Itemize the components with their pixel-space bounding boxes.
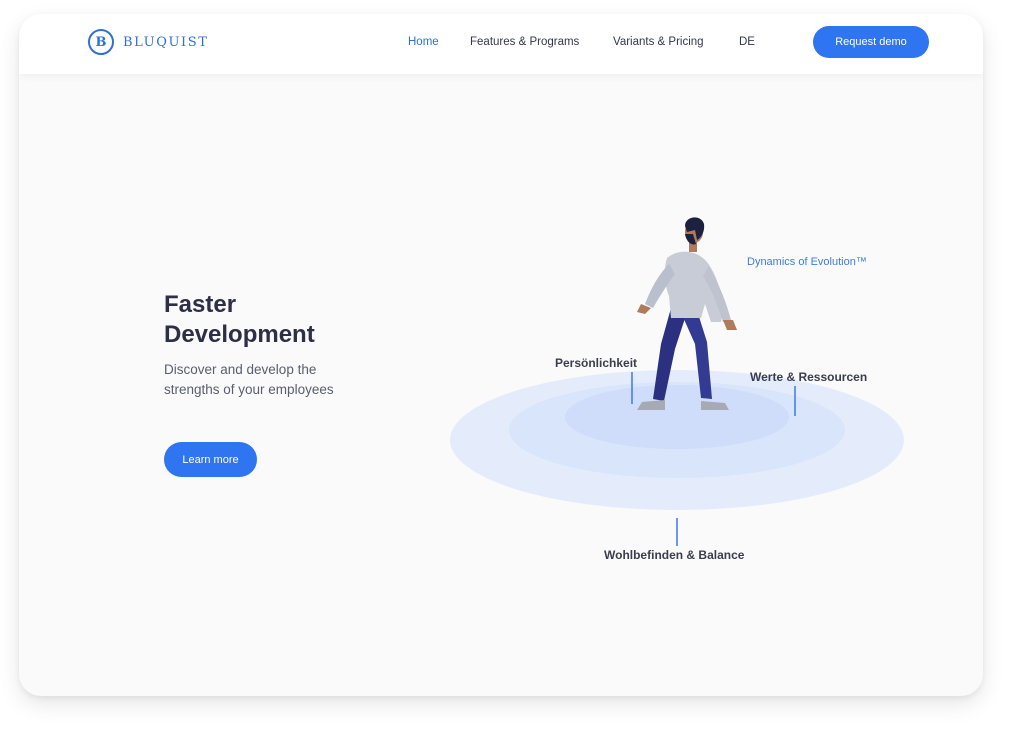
nav-variants-pricing[interactable]: Variants & Pricing [613, 36, 704, 48]
request-demo-button[interactable]: Request demo [813, 26, 929, 58]
nav-features-programs[interactable]: Features & Programs [470, 36, 579, 48]
label-personality: Persönlichkeit [555, 356, 638, 370]
nav-home[interactable]: Home [408, 36, 439, 48]
logo-mark-icon: B [88, 29, 114, 55]
top-navbar: B BLUQUIST Home Features & Programs Vari… [19, 14, 983, 74]
label-wellbeing-balance: Wohlbefinden & Balance [604, 548, 745, 562]
hero-illustration: Dynamics of Evolution™ Persönlichkeit We… [439, 204, 939, 564]
learn-more-button[interactable]: Learn more [164, 442, 257, 477]
inner-ring [565, 385, 789, 449]
label-dynamics-of-evolution: Dynamics of Evolution™ [747, 256, 867, 268]
brand-logo[interactable]: B BLUQUIST [88, 29, 209, 55]
hero-subtitle: Discover and develop the strengths of yo… [164, 362, 334, 397]
hero-title: Faster Development [164, 291, 315, 348]
label-values-resources: Werte & Ressourcen [750, 370, 868, 384]
nav-language-switch[interactable]: DE [739, 36, 755, 48]
browser-frame: B BLUQUIST Home Features & Programs Vari… [19, 14, 983, 696]
logo-wordmark: BLUQUIST [123, 34, 209, 50]
